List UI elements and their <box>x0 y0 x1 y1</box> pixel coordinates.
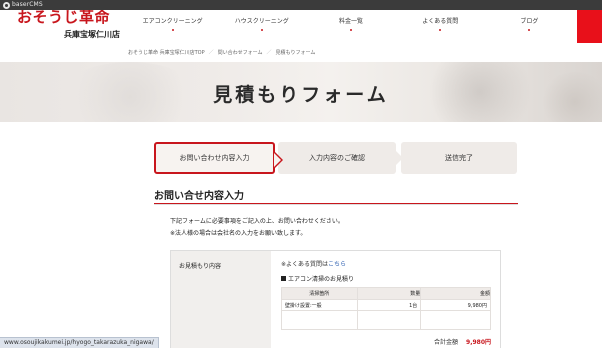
faq-link[interactable]: こちら <box>328 261 346 268</box>
nav-item-label: ブログ <box>520 18 539 25</box>
estimate-subtitle-text: エアコン清掃のお見積り <box>288 276 355 283</box>
nav-item-label: よくある質問 <box>422 18 459 25</box>
global-nav: エアコンクリーニング ハウスクリーニング 料金一覧 よくある質問 ブログ <box>128 14 574 36</box>
step-label: 送信完了 <box>445 154 473 162</box>
nav-item-aircon-cleaning[interactable]: エアコンクリーニング <box>128 14 217 36</box>
estimate-form-row: お見積もり内容 ※よくある質問はこちら エアコン清掃のお見積り 清掃箇所 数量 … <box>170 250 501 348</box>
breadcrumb-current: 見積もりフォーム <box>275 50 316 56</box>
step-label: 入力内容のご確認 <box>309 154 365 162</box>
estimate-subtitle: エアコン清掃のお見積り <box>281 274 491 283</box>
step-complete: 送信完了 <box>401 142 517 174</box>
nav-bullet-icon <box>350 29 352 31</box>
total-label: 合計金額 <box>434 338 459 346</box>
form-intro: 下記フォームに必要事項をご記入の上、お問い合わせください。 ※法人様の場合は会社… <box>170 216 344 240</box>
table-row: 壁掛け設置:一般 1台 9,980円 <box>281 299 491 311</box>
estimate-total: 合計金額 9,980円 <box>281 335 491 347</box>
step-arrow-icon <box>274 153 281 167</box>
cell-empty <box>356 310 422 330</box>
form-field-body: ※よくある質問はこちら エアコン清掃のお見積り 清掃箇所 数量 金額 壁掛け設置… <box>271 251 501 348</box>
nav-bullet-icon <box>171 29 174 31</box>
nav-item-label: ハウスクリーニング <box>234 18 289 25</box>
nav-bullet-icon <box>260 29 263 31</box>
column-header-price: 金額 <box>420 287 491 300</box>
section-divider <box>154 204 518 205</box>
baser-logo-icon <box>3 1 10 9</box>
breadcrumb-separator: ／ <box>208 50 214 56</box>
step-input: お問い合わせ内容入力 <box>154 142 283 174</box>
square-bullet-icon <box>281 276 286 281</box>
nav-item-label: 料金一覧 <box>339 18 364 25</box>
cms-toolbar: baserCMS <box>0 0 602 10</box>
header-contact-tab[interactable] <box>577 10 602 43</box>
breadcrumb-contact[interactable]: 問い合わせフォーム <box>218 49 263 56</box>
faq-note: ※よくある質問はこちら <box>281 259 491 268</box>
step-arrow-icon <box>396 151 403 165</box>
estimate-table: 清掃箇所 数量 金額 壁掛け設置:一般 1台 9,980円 <box>281 287 491 330</box>
baser-logo[interactable]: baserCMS <box>3 1 43 9</box>
breadcrumb: おそうじ革命 兵庫宝塚仁川店TOP ／ 問い合わせフォーム ／ 見積もりフォーム <box>128 49 315 56</box>
intro-text: 下記フォームに必要事項をご記入の上、お問い合わせください。 <box>170 218 344 225</box>
status-bar-url: www.osoujikakumei.jp/hyogo_takarazuka_ni… <box>0 337 159 348</box>
table-header-row: 清掃箇所 数量 金額 <box>281 287 491 300</box>
nav-item-faq[interactable]: よくある質問 <box>396 14 485 36</box>
intro-note: ※法人様の場合は会社名の入力をお願い致します。 <box>170 230 307 237</box>
nav-item-price-list[interactable]: 料金一覧 <box>306 14 395 36</box>
nav-bullet-icon <box>528 29 531 31</box>
breadcrumb-home[interactable]: おそうじ革命 兵庫宝塚仁川店TOP <box>128 49 205 56</box>
cell-price: 9,980円 <box>420 299 491 311</box>
column-header-place: 清掃箇所 <box>281 287 358 300</box>
step-confirm: 入力内容のご確認 <box>278 142 403 174</box>
total-amount: 9,980円 <box>466 338 491 346</box>
faq-prefix: ※よくある質問は <box>281 261 329 268</box>
nav-item-label: エアコンクリーニング <box>142 18 203 25</box>
nav-bullet-icon <box>439 29 442 31</box>
page-title: 見積もりフォーム <box>213 84 389 106</box>
table-row-empty <box>281 310 491 330</box>
site-branch-name: 兵庫宝塚仁川店 <box>64 30 120 39</box>
section-title: お問い合せ内容入力 <box>154 191 244 202</box>
cell-empty <box>420 310 491 330</box>
step-label: お問い合わせ内容入力 <box>179 154 250 162</box>
cell-qty: 1台 <box>356 299 422 311</box>
column-header-qty: 数量 <box>356 287 422 300</box>
cell-place: 壁掛け設置:一般 <box>281 299 358 311</box>
nav-item-house-cleaning[interactable]: ハウスクリーニング <box>217 14 306 36</box>
breadcrumb-separator: ／ <box>266 50 272 56</box>
site-logo-name: おそうじ革命 <box>17 10 111 26</box>
baser-logo-text: baserCMS <box>12 1 43 8</box>
cell-empty <box>281 310 358 330</box>
form-steps: お問い合わせ内容入力 入力内容のご確認 送信完了 <box>154 142 518 174</box>
form-field-label: お見積もり内容 <box>171 251 271 348</box>
nav-item-blog[interactable]: ブログ <box>485 14 574 36</box>
